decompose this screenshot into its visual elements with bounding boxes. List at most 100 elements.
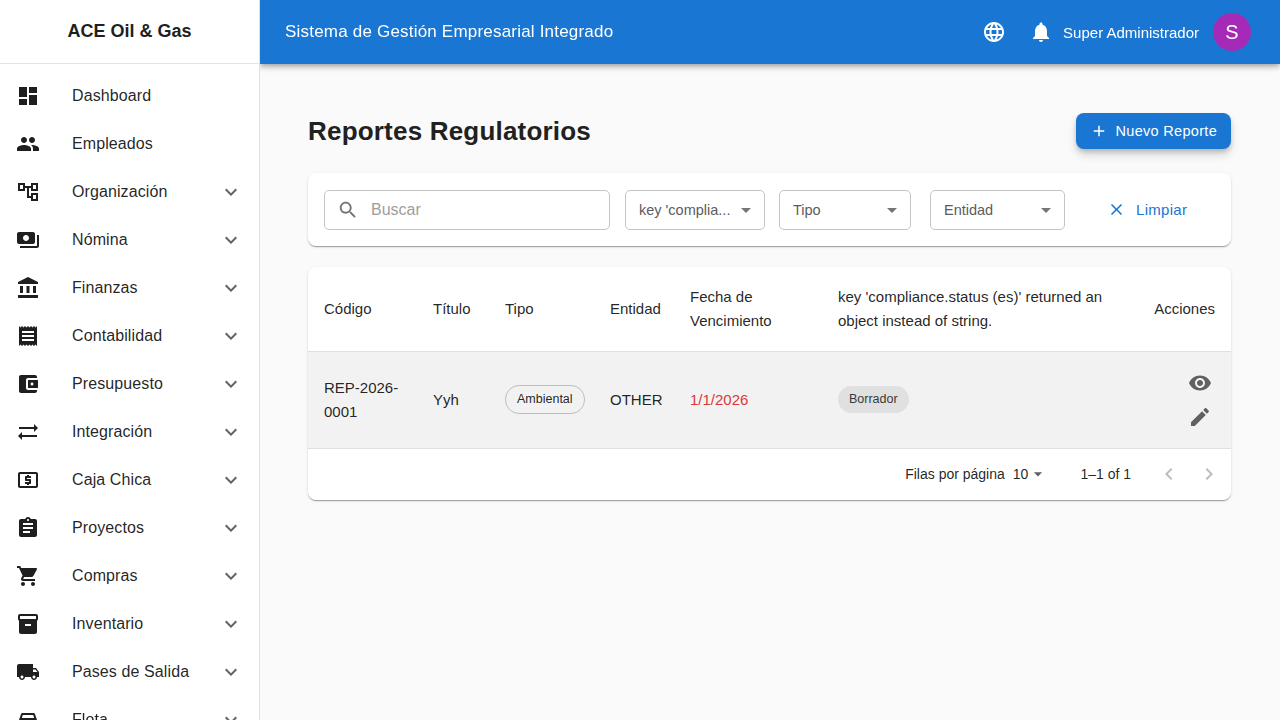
- entidad-select[interactable]: Entidad: [930, 190, 1065, 230]
- col-tipo: Tipo: [489, 267, 594, 351]
- sidebar-menu: Dashboard Empleados Organización Nómina Fina…: [0, 64, 259, 720]
- previous-page-button[interactable]: [1149, 454, 1189, 494]
- chevron-down-icon: [219, 276, 243, 300]
- rows-per-page-label: Filas por página: [905, 466, 1005, 482]
- sidebar-item-caja-chica[interactable]: Caja Chica: [0, 456, 259, 504]
- sidebar-item-label: Dashboard: [72, 87, 243, 105]
- chevron-down-icon: [219, 180, 243, 204]
- dropdown-arrow-icon: [734, 198, 758, 222]
- page-range: 1–1 of 1: [1080, 466, 1131, 482]
- rows-per-page-select[interactable]: 10: [1013, 464, 1049, 484]
- filter-bar: key 'complia... Tipo Entidad Limpiar: [308, 173, 1231, 246]
- view-button[interactable]: [1188, 371, 1212, 395]
- reports-table-card: Código Título Tipo Entidad Fecha de Venc…: [308, 267, 1231, 500]
- sidebar: ACE Oil & Gas DashboardEmpleadosOrganiza…: [0, 0, 260, 720]
- chevron-down-icon: [219, 708, 243, 720]
- col-status: key 'compliance.status (es)' returned an…: [822, 267, 1120, 351]
- cart-icon: [16, 564, 72, 588]
- truck-icon: [16, 660, 72, 684]
- tipo-select[interactable]: Tipo: [779, 190, 911, 230]
- status-select[interactable]: key 'complia...: [625, 190, 765, 230]
- cell-tipo: Ambiental: [489, 351, 594, 448]
- people-icon: [16, 132, 72, 156]
- sidebar-item-label: Nómina: [72, 231, 219, 249]
- cell-titulo: Yyh: [417, 351, 489, 448]
- sidebar-item-inventario[interactable]: Inventario: [0, 600, 259, 648]
- language-button[interactable]: [974, 12, 1014, 52]
- search-field: [324, 190, 610, 230]
- title-row: Reportes Regulatorios Nuevo Reporte: [308, 113, 1231, 149]
- chevron-down-icon: [219, 660, 243, 684]
- new-report-button[interactable]: Nuevo Reporte: [1076, 113, 1231, 149]
- col-codigo: Código: [308, 267, 417, 351]
- clear-filters-button[interactable]: Limpiar: [1107, 200, 1187, 219]
- sidebar-item-label: Organización: [72, 183, 219, 201]
- sidebar-item-label: Inventario: [72, 615, 219, 633]
- sidebar-item-flota[interactable]: Flota: [0, 696, 259, 720]
- sidebar-item-contabilidad[interactable]: Contabilidad: [0, 312, 259, 360]
- close-icon: [1107, 200, 1126, 219]
- sidebar-item-proyectos[interactable]: Proyectos: [0, 504, 259, 552]
- col-acciones: Acciones: [1120, 267, 1231, 351]
- sidebar-item-label: Contabilidad: [72, 327, 219, 345]
- dropdown-arrow-icon: [1034, 198, 1058, 222]
- globe-icon: [982, 20, 1006, 44]
- cell-acciones: [1120, 351, 1231, 448]
- sidebar-item-pases-de-salida[interactable]: Pases de Salida: [0, 648, 259, 696]
- sidebar-item-integracion[interactable]: Integración: [0, 408, 259, 456]
- sidebar-item-label: Integración: [72, 423, 219, 441]
- eye-icon: [1188, 371, 1212, 395]
- estado-chip: Borrador: [838, 386, 909, 413]
- sidebar-item-finanzas[interactable]: Finanzas: [0, 264, 259, 312]
- search-input[interactable]: [369, 200, 597, 220]
- bank-icon: [16, 276, 72, 300]
- sidebar-item-organizacion[interactable]: Organización: [0, 168, 259, 216]
- tipo-chip: Ambiental: [505, 385, 585, 414]
- sidebar-item-dashboard[interactable]: Dashboard: [0, 72, 259, 120]
- table-row[interactable]: REP-2026-0001 Yyh Ambiental OTHER 1/1/20…: [308, 351, 1231, 448]
- dropdown-arrow-icon: [880, 198, 904, 222]
- notifications-button[interactable]: [1021, 12, 1061, 52]
- col-entidad: Entidad: [594, 267, 674, 351]
- chevron-left-icon: [1157, 462, 1181, 486]
- pencil-icon: [1188, 405, 1212, 429]
- cell-estado: Borrador: [822, 351, 1120, 448]
- dropdown-arrow-icon: [1028, 464, 1048, 484]
- col-titulo: Título: [417, 267, 489, 351]
- chevron-down-icon: [219, 612, 243, 636]
- car-icon: [16, 708, 72, 720]
- plus-icon: [1090, 122, 1108, 140]
- user-name: Super Administrador: [1063, 24, 1199, 41]
- inventory-icon: [16, 612, 72, 636]
- edit-button[interactable]: [1188, 405, 1212, 429]
- cell-entidad: OTHER: [594, 351, 674, 448]
- chevron-down-icon: [219, 564, 243, 588]
- wallet-icon: [16, 372, 72, 396]
- sidebar-item-compras[interactable]: Compras: [0, 552, 259, 600]
- sidebar-item-empleados[interactable]: Empleados: [0, 120, 259, 168]
- cell-codigo: REP-2026-0001: [308, 351, 417, 448]
- chevron-down-icon: [219, 324, 243, 348]
- avatar[interactable]: S: [1213, 13, 1251, 51]
- chevron-down-icon: [219, 372, 243, 396]
- sidebar-item-label: Empleados: [72, 135, 243, 153]
- reports-table: Código Título Tipo Entidad Fecha de Venc…: [308, 267, 1231, 449]
- pagination: Filas por página 10 1–1 of 1: [308, 449, 1231, 500]
- table-header-row: Código Título Tipo Entidad Fecha de Venc…: [308, 267, 1231, 351]
- bell-icon: [1029, 20, 1053, 44]
- chevron-down-icon: [219, 228, 243, 252]
- next-page-button[interactable]: [1189, 454, 1229, 494]
- sidebar-item-label: Pases de Salida: [72, 663, 219, 681]
- appbar-right: Super Administrador S: [974, 12, 1251, 52]
- cash-icon: [16, 468, 72, 492]
- sync-icon: [16, 420, 72, 444]
- chevron-down-icon: [219, 516, 243, 540]
- org-tree-icon: [16, 180, 72, 204]
- sidebar-item-label: Presupuesto: [72, 375, 219, 393]
- page-title: Reportes Regulatorios: [308, 116, 591, 147]
- main-content: Reportes Regulatorios Nuevo Reporte key …: [260, 64, 1280, 720]
- sidebar-item-label: Finanzas: [72, 279, 219, 297]
- sidebar-item-nomina[interactable]: Nómina: [0, 216, 259, 264]
- clipboard-icon: [16, 516, 72, 540]
- sidebar-item-presupuesto[interactable]: Presupuesto: [0, 360, 259, 408]
